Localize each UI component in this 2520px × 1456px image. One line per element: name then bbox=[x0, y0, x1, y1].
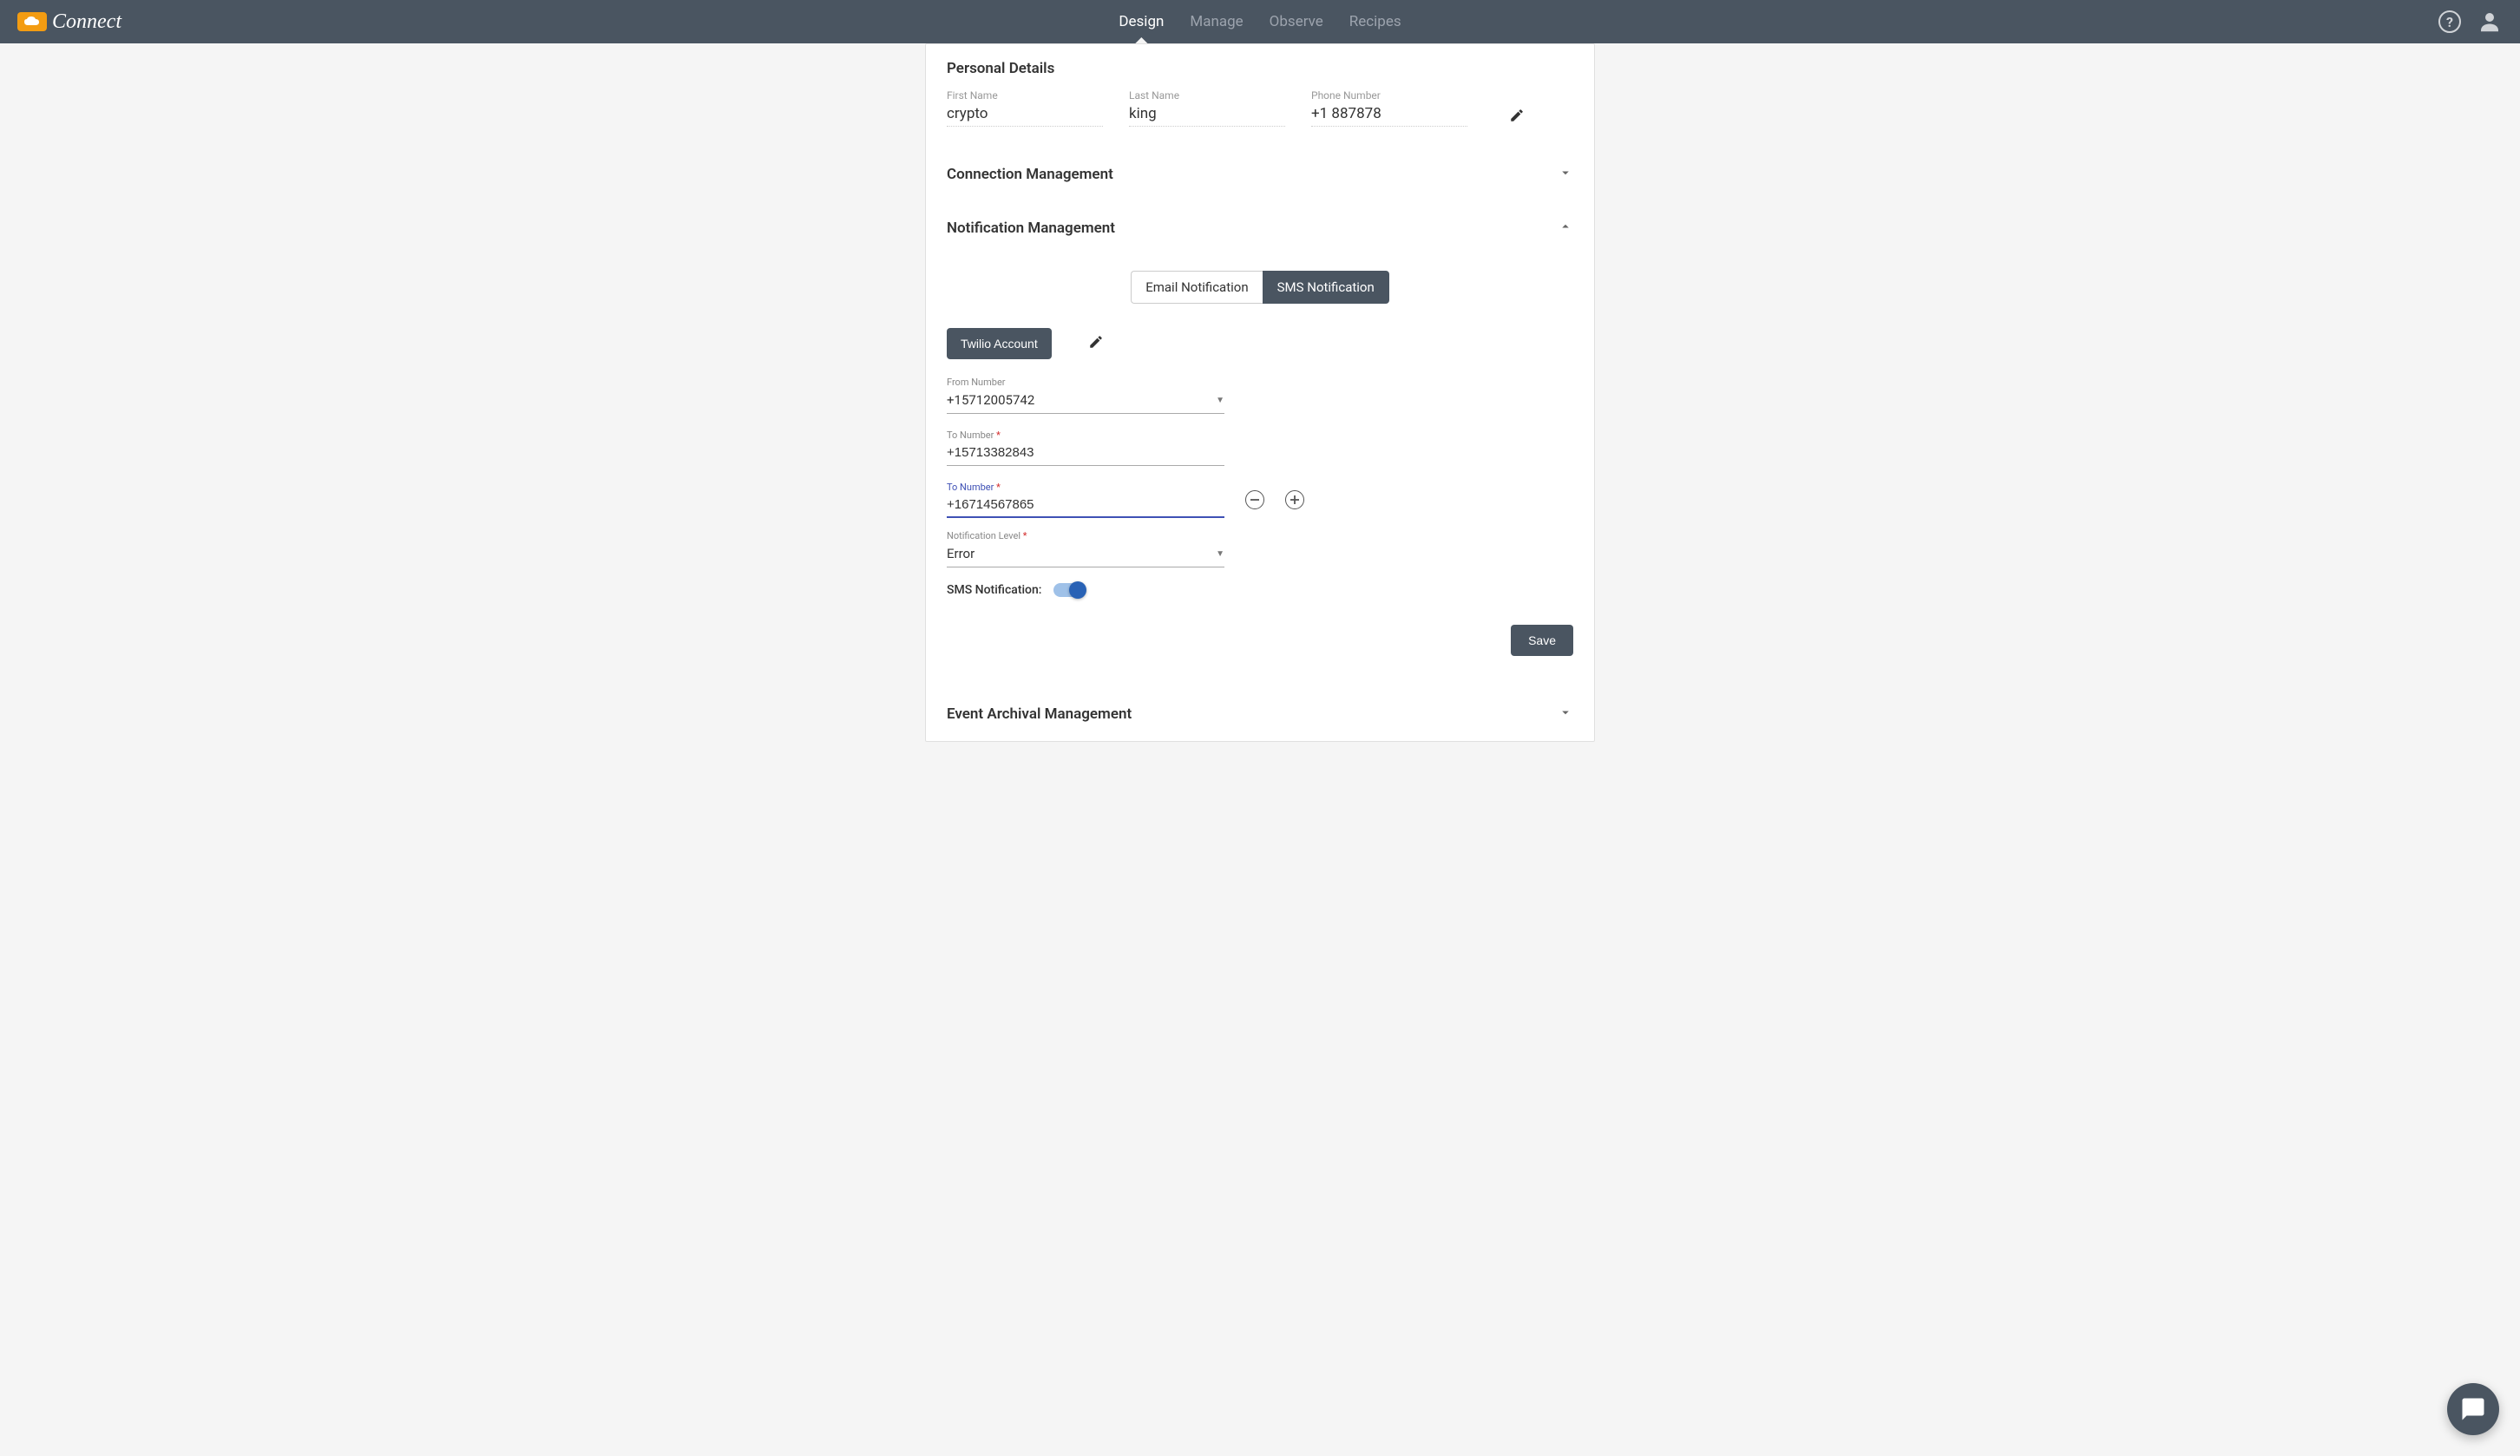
tab-sms-notification[interactable]: SMS Notification bbox=[1263, 271, 1389, 304]
personal-details-section: Personal Details First Name crypto Last … bbox=[926, 44, 1594, 148]
cloud-icon bbox=[17, 12, 47, 31]
to-number-2-row: To Number * bbox=[947, 482, 1573, 518]
edit-personal-icon[interactable] bbox=[1509, 108, 1525, 127]
logo-text: Connect bbox=[52, 10, 121, 34]
last-name-value: king bbox=[1129, 103, 1285, 127]
user-avatar-icon[interactable] bbox=[2477, 9, 2503, 35]
personal-details-title: Personal Details bbox=[947, 44, 1573, 86]
sms-toggle-row: SMS Notification: bbox=[947, 583, 1573, 597]
app-logo[interactable]: Connect bbox=[17, 10, 121, 34]
event-archival-header[interactable]: Event Archival Management bbox=[947, 687, 1573, 741]
last-name-field: Last Name king bbox=[1129, 89, 1285, 127]
save-row: Save bbox=[947, 618, 1573, 679]
sms-toggle-label: SMS Notification: bbox=[947, 583, 1041, 597]
connection-management-section: Connection Management bbox=[926, 148, 1594, 201]
from-number-label: From Number bbox=[947, 377, 1224, 388]
personal-fields-row: First Name crypto Last Name king Phone N… bbox=[947, 86, 1573, 148]
first-name-label: First Name bbox=[947, 89, 1103, 102]
to-number-1-label: To Number * bbox=[947, 430, 1224, 441]
sms-form: Twilio Account From Number +15712005742 … bbox=[947, 328, 1573, 687]
nav-manage[interactable]: Manage bbox=[1190, 2, 1243, 42]
notification-tabs: Email Notification SMS Notification bbox=[947, 271, 1573, 304]
phone-label: Phone Number bbox=[1311, 89, 1467, 102]
event-archival-section: Event Archival Management bbox=[926, 687, 1594, 741]
to-number-2-input[interactable] bbox=[947, 494, 1224, 518]
phone-field: Phone Number +1 887878 bbox=[1311, 89, 1467, 127]
twilio-row: Twilio Account bbox=[947, 328, 1573, 359]
toggle-knob bbox=[1069, 581, 1086, 599]
settings-card: Personal Details First Name crypto Last … bbox=[925, 43, 1595, 742]
dropdown-arrow-icon: ▼ bbox=[1216, 396, 1224, 405]
remove-to-number-button[interactable] bbox=[1245, 490, 1264, 509]
top-nav: Design Manage Observe Recipes bbox=[1119, 2, 1401, 42]
notification-management-section: Notification Management Email Notificati… bbox=[926, 201, 1594, 687]
event-archival-title: Event Archival Management bbox=[947, 705, 1132, 723]
help-icon[interactable]: ? bbox=[2438, 10, 2461, 33]
connection-management-title: Connection Management bbox=[947, 166, 1113, 183]
chat-widget-button[interactable] bbox=[2447, 1383, 2499, 1435]
edit-twilio-icon[interactable] bbox=[1088, 334, 1104, 353]
chevron-down-icon bbox=[1558, 705, 1573, 724]
chevron-up-icon bbox=[1558, 219, 1573, 238]
header-left: Connect bbox=[17, 10, 121, 34]
add-to-number-button[interactable] bbox=[1285, 490, 1304, 509]
notification-level-label: Notification Level * bbox=[947, 530, 1224, 541]
from-number-value: +15712005742 bbox=[947, 392, 1034, 408]
app-header: Connect Design Manage Observe Recipes ? bbox=[0, 0, 2520, 43]
nav-observe[interactable]: Observe bbox=[1270, 2, 1323, 42]
notification-level-select[interactable]: Notification Level * Error ▼ bbox=[947, 530, 1224, 567]
connection-management-header[interactable]: Connection Management bbox=[947, 148, 1573, 201]
to-number-1-field: To Number * bbox=[947, 430, 1224, 466]
nav-design[interactable]: Design bbox=[1119, 2, 1164, 42]
notification-management-header[interactable]: Notification Management bbox=[947, 201, 1573, 255]
from-number-select[interactable]: From Number +15712005742 ▼ bbox=[947, 377, 1224, 414]
nav-recipes[interactable]: Recipes bbox=[1349, 2, 1401, 42]
to-number-2-label: To Number * bbox=[947, 482, 1224, 493]
notification-level-value: Error bbox=[947, 546, 975, 561]
save-button[interactable]: Save bbox=[1511, 625, 1573, 656]
dropdown-arrow-icon: ▼ bbox=[1216, 549, 1224, 559]
chevron-down-icon bbox=[1558, 165, 1573, 184]
header-right: ? bbox=[2438, 9, 2503, 35]
sms-toggle[interactable] bbox=[1053, 583, 1085, 597]
to-number-2-field: To Number * bbox=[947, 482, 1224, 518]
tab-email-notification[interactable]: Email Notification bbox=[1131, 271, 1262, 304]
twilio-account-button[interactable]: Twilio Account bbox=[947, 328, 1052, 359]
notification-management-title: Notification Management bbox=[947, 220, 1115, 237]
to-number-1-input[interactable] bbox=[947, 442, 1224, 466]
first-name-field: First Name crypto bbox=[947, 89, 1103, 127]
last-name-label: Last Name bbox=[1129, 89, 1285, 102]
phone-value: +1 887878 bbox=[1311, 103, 1467, 127]
first-name-value: crypto bbox=[947, 103, 1103, 127]
